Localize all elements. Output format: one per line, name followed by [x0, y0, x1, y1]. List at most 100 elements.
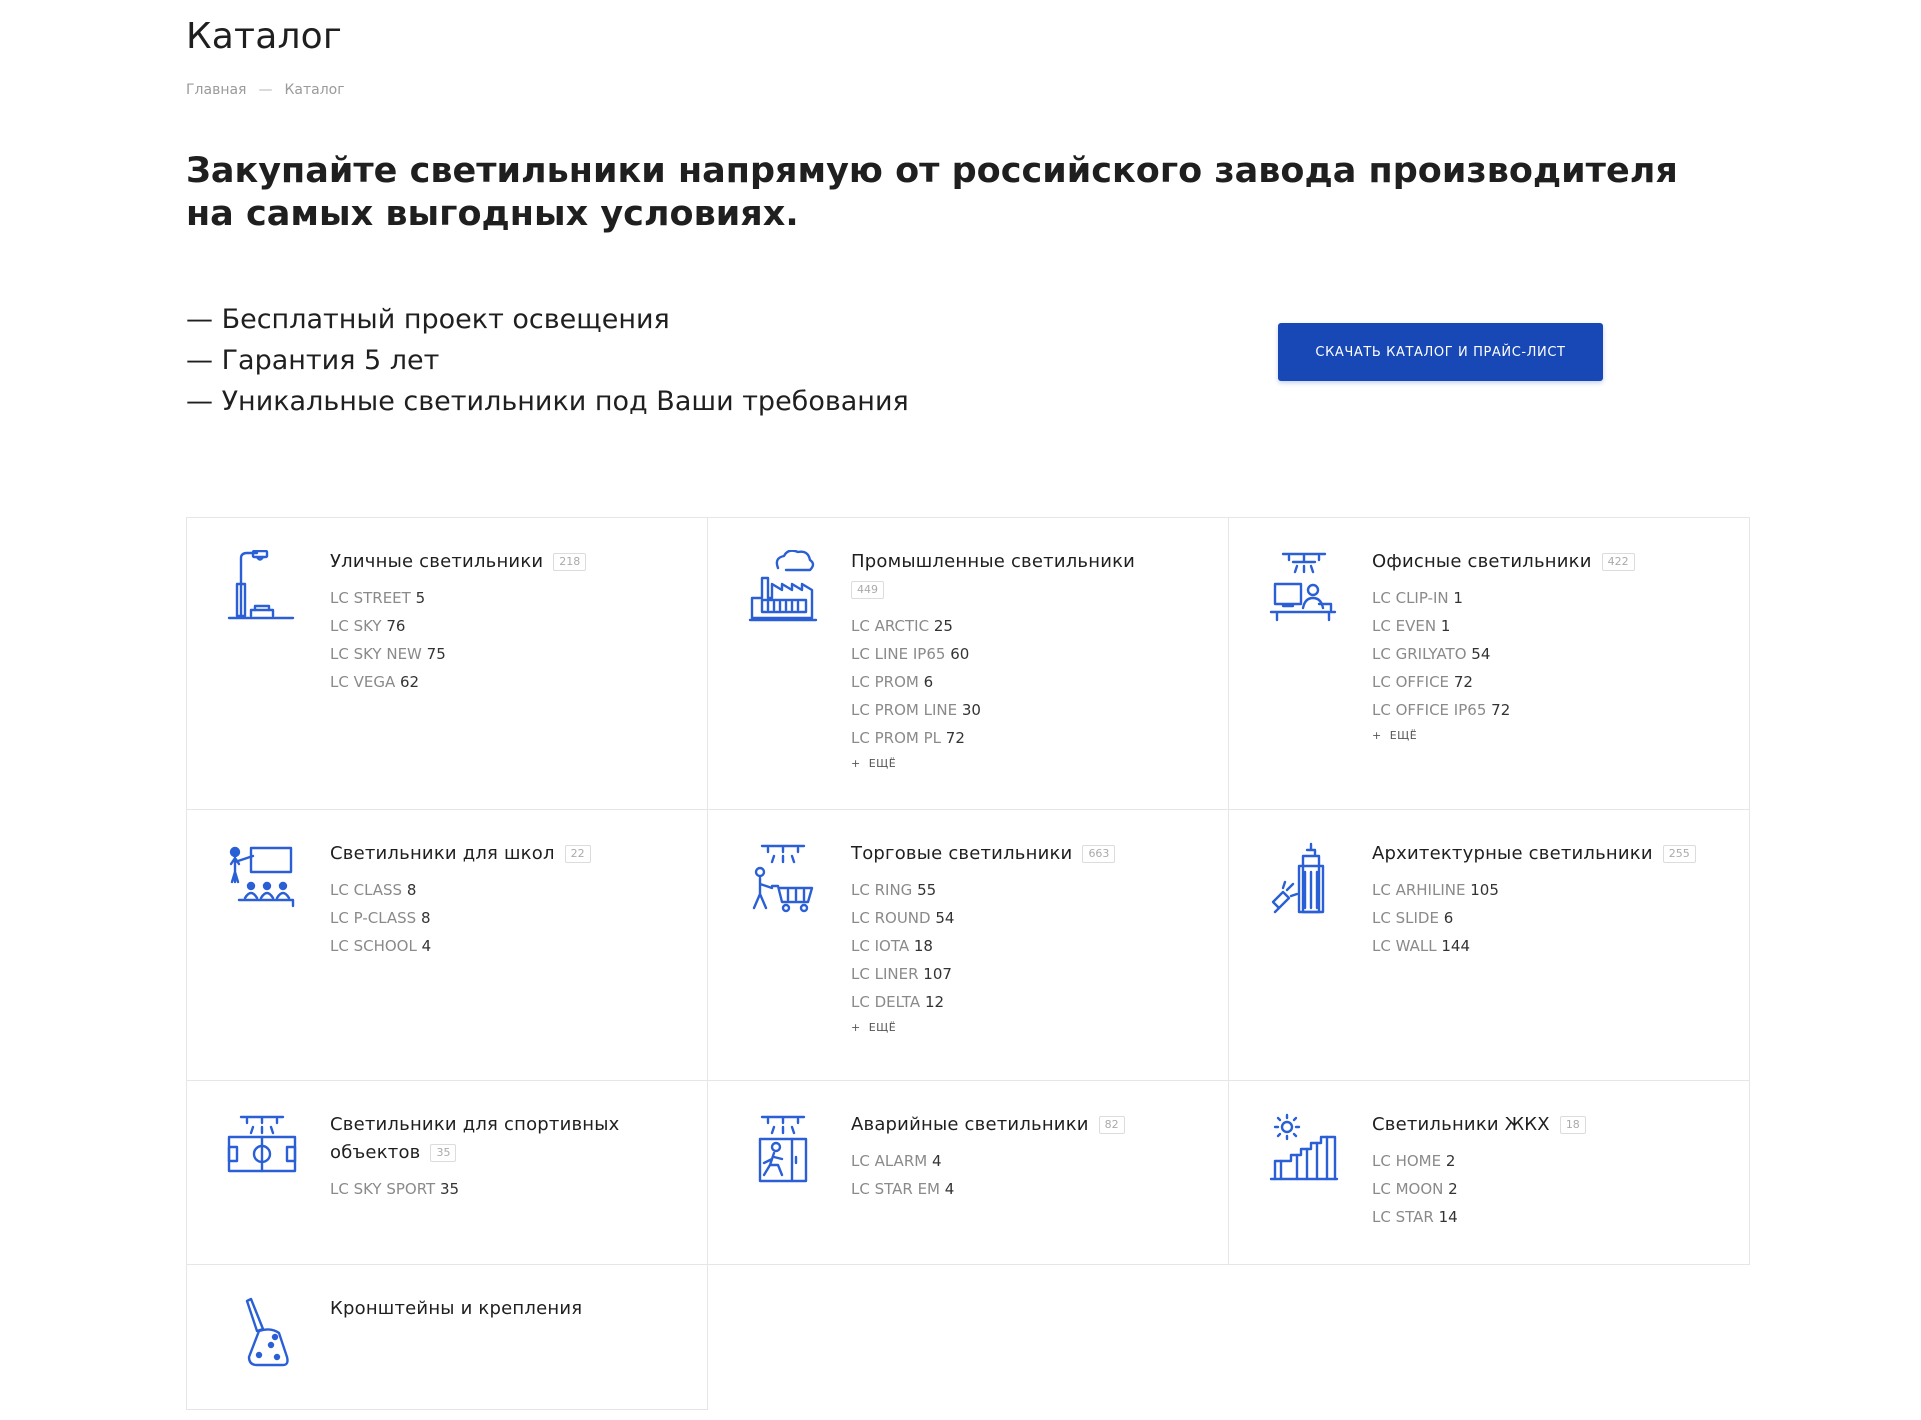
category-count-badge: 255 — [1662, 845, 1696, 863]
category-title[interactable]: Светильники для спортивных объектов 35 — [330, 1111, 685, 1167]
download-catalog-button[interactable]: СКАЧАТЬ КАТАЛОГ И ПРАЙС-ЛИСТ — [1278, 323, 1603, 381]
category-items: LC CLASS 8 LC P-CLASS 8 LC SCHOOL 4 — [330, 876, 685, 960]
category-count-badge: 449 — [851, 581, 884, 599]
office-desk-icon — [1269, 550, 1339, 624]
category-count-badge: 82 — [1098, 1116, 1125, 1134]
category-item-link[interactable]: LC PROM 6 — [851, 668, 1206, 696]
category-item-link[interactable]: LC ARHILINE 105 — [1372, 876, 1727, 904]
category-item-link[interactable]: LC VEGA 62 — [330, 668, 685, 696]
category-item-link[interactable]: LC P-CLASS 8 — [330, 904, 685, 932]
category-body: Светильники для спортивных объектов 35 LC … — [330, 1111, 685, 1203]
category-card-schools[interactable]: Светильники для школ 22 LC CLASS 8 LC P-C… — [186, 809, 708, 1081]
category-item-link[interactable]: LC CLIP-IN 1 — [1372, 584, 1727, 612]
benefit-item: — Бесплатный проект освещения — [186, 304, 670, 335]
category-item-link[interactable]: LC HOME 2 — [1372, 1147, 1727, 1175]
breadcrumb: Главная — Каталог — [186, 82, 345, 98]
factory-icon — [748, 550, 818, 624]
category-item-link[interactable]: LC SKY NEW 75 — [330, 640, 685, 668]
category-items: LC CLIP-IN 1 LC EVEN 1 LC GRILYATO 54 LC… — [1372, 584, 1727, 724]
benefit-item: — Гарантия 5 лет — [186, 345, 440, 376]
category-count-badge: 18 — [1559, 1116, 1586, 1134]
category-count-badge: 218 — [553, 553, 587, 571]
breadcrumb-separator: — — [258, 82, 273, 98]
category-title[interactable]: Светильники ЖКХ 18 — [1372, 1111, 1727, 1139]
category-card-retail[interactable]: Торговые светильники 663 LC RING 55 LC RO… — [707, 809, 1229, 1081]
category-card-brackets[interactable]: Кронштейны и крепления — [186, 1264, 708, 1410]
category-items: LC ALARM 4 LC STAR EM 4 — [851, 1147, 1206, 1203]
category-card-industrial[interactable]: Промышленные светильники 449 LC ARCTIC 25… — [707, 517, 1229, 810]
category-card-street[interactable]: Уличные светильники 218 LC STREET 5 LC SK… — [186, 517, 708, 810]
category-item-link[interactable]: LC EVEN 1 — [1372, 612, 1727, 640]
category-items: LC HOME 2 LC MOON 2 LC STAR 14 — [1372, 1147, 1727, 1231]
breadcrumb-current: Каталог — [284, 82, 345, 98]
benefit-item: — Уникальные светильники под Ваши требов… — [186, 386, 909, 417]
category-title[interactable]: Кронштейны и крепления — [330, 1295, 685, 1323]
category-item-link[interactable]: LC DELTA 12 — [851, 988, 1206, 1016]
category-item-link[interactable]: LC LINE IP65 60 — [851, 640, 1206, 668]
category-item-link[interactable]: LC STREET 5 — [330, 584, 685, 612]
category-items: LC ARHILINE 105 LC SLIDE 6 LC WALL 144 — [1372, 876, 1727, 960]
category-items: LC STREET 5 LC SKY 76 LC SKY NEW 75 LC V… — [330, 584, 685, 696]
category-item-link[interactable]: LC PROM LINE 30 — [851, 696, 1206, 724]
category-card-housing[interactable]: Светильники ЖКХ 18 LC HOME 2 LC MOON 2 LC… — [1228, 1080, 1750, 1265]
category-items: LC SKY SPORT 35 — [330, 1175, 685, 1203]
category-item-link[interactable]: LC LINER 107 — [851, 960, 1206, 988]
category-items: LC ARCTIC 25 LC LINE IP65 60 LC PROM 6 L… — [851, 612, 1206, 752]
category-item-link[interactable]: LC ROUND 54 — [851, 904, 1206, 932]
category-item-link[interactable]: LC ARCTIC 25 — [851, 612, 1206, 640]
category-title[interactable]: Светильники для школ 22 — [330, 840, 685, 868]
category-body: Промышленные светильники 449 LC ARCTIC 25… — [851, 548, 1206, 770]
category-item-link[interactable]: LC PROM PL 72 — [851, 724, 1206, 752]
breadcrumb-home-link[interactable]: Главная — [186, 82, 246, 98]
category-body: Светильники ЖКХ 18 LC HOME 2 LC MOON 2 LC… — [1372, 1111, 1727, 1231]
category-item-link[interactable]: LC ALARM 4 — [851, 1147, 1206, 1175]
category-item-link[interactable]: LC GRILYATO 54 — [1372, 640, 1727, 668]
category-body: Архитектурные светильники 255 LC ARHILINE… — [1372, 840, 1727, 960]
category-item-link[interactable]: LC CLASS 8 — [330, 876, 685, 904]
category-item-link[interactable]: LC STAR EM 4 — [851, 1175, 1206, 1203]
category-item-link[interactable]: LC MOON 2 — [1372, 1175, 1727, 1203]
category-item-link[interactable]: LC SKY SPORT 35 — [330, 1175, 685, 1203]
category-card-office[interactable]: Офисные светильники 422 LC CLIP-IN 1 LC E… — [1228, 517, 1750, 810]
classroom-icon — [227, 842, 297, 916]
category-item-link[interactable]: LC SKY 76 — [330, 612, 685, 640]
category-grid: Уличные светильники 218 LC STREET 5 LC SK… — [186, 517, 1750, 1410]
category-item-link[interactable]: LC RING 55 — [851, 876, 1206, 904]
bracket-mount-icon — [227, 1297, 297, 1371]
category-body: Офисные светильники 422 LC CLIP-IN 1 LC E… — [1372, 548, 1727, 742]
category-item-link[interactable]: LC SLIDE 6 — [1372, 904, 1727, 932]
page-title: Каталог — [186, 16, 342, 57]
category-title[interactable]: Архитектурные светильники 255 — [1372, 840, 1727, 868]
emergency-exit-icon — [748, 1113, 818, 1187]
shopping-cart-icon — [748, 842, 818, 916]
category-item-link[interactable]: LC IOTA 18 — [851, 932, 1206, 960]
category-title[interactable]: Промышленные светильники 449 — [851, 548, 1206, 604]
category-count-badge: 422 — [1601, 553, 1635, 571]
category-body: Уличные светильники 218 LC STREET 5 LC SK… — [330, 548, 685, 696]
category-body: Аварийные светильники 82 LC ALARM 4 LC ST… — [851, 1111, 1206, 1203]
category-body: Кронштейны и крепления — [330, 1295, 685, 1323]
street-light-icon — [227, 550, 297, 624]
category-body: Торговые светильники 663 LC RING 55 LC RO… — [851, 840, 1206, 1034]
category-count-badge: 35 — [430, 1144, 457, 1162]
category-card-sports[interactable]: Светильники для спортивных объектов 35 LC … — [186, 1080, 708, 1265]
sport-field-icon — [227, 1113, 297, 1187]
category-count-badge: 663 — [1082, 845, 1116, 863]
category-title[interactable]: Офисные светильники 422 — [1372, 548, 1727, 576]
show-more-link[interactable]: + ЕЩЁ — [851, 1021, 1206, 1034]
category-title[interactable]: Аварийные светильники 82 — [851, 1111, 1206, 1139]
category-title[interactable]: Торговые светильники 663 — [851, 840, 1206, 868]
category-body: Светильники для школ 22 LC CLASS 8 LC P-C… — [330, 840, 685, 960]
category-title[interactable]: Уличные светильники 218 — [330, 548, 685, 576]
category-count-badge: 22 — [564, 845, 591, 863]
category-item-link[interactable]: LC SCHOOL 4 — [330, 932, 685, 960]
category-item-link[interactable]: LC OFFICE 72 — [1372, 668, 1727, 696]
show-more-link[interactable]: + ЕЩЁ — [1372, 729, 1727, 742]
category-item-link[interactable]: LC WALL 144 — [1372, 932, 1727, 960]
stairs-sun-icon — [1269, 1113, 1339, 1187]
category-item-link[interactable]: LC STAR 14 — [1372, 1203, 1727, 1231]
category-card-architectural[interactable]: Архитектурные светильники 255 LC ARHILINE… — [1228, 809, 1750, 1081]
category-item-link[interactable]: LC OFFICE IP65 72 — [1372, 696, 1727, 724]
category-card-emergency[interactable]: Аварийные светильники 82 LC ALARM 4 LC ST… — [707, 1080, 1229, 1265]
show-more-link[interactable]: + ЕЩЁ — [851, 757, 1206, 770]
